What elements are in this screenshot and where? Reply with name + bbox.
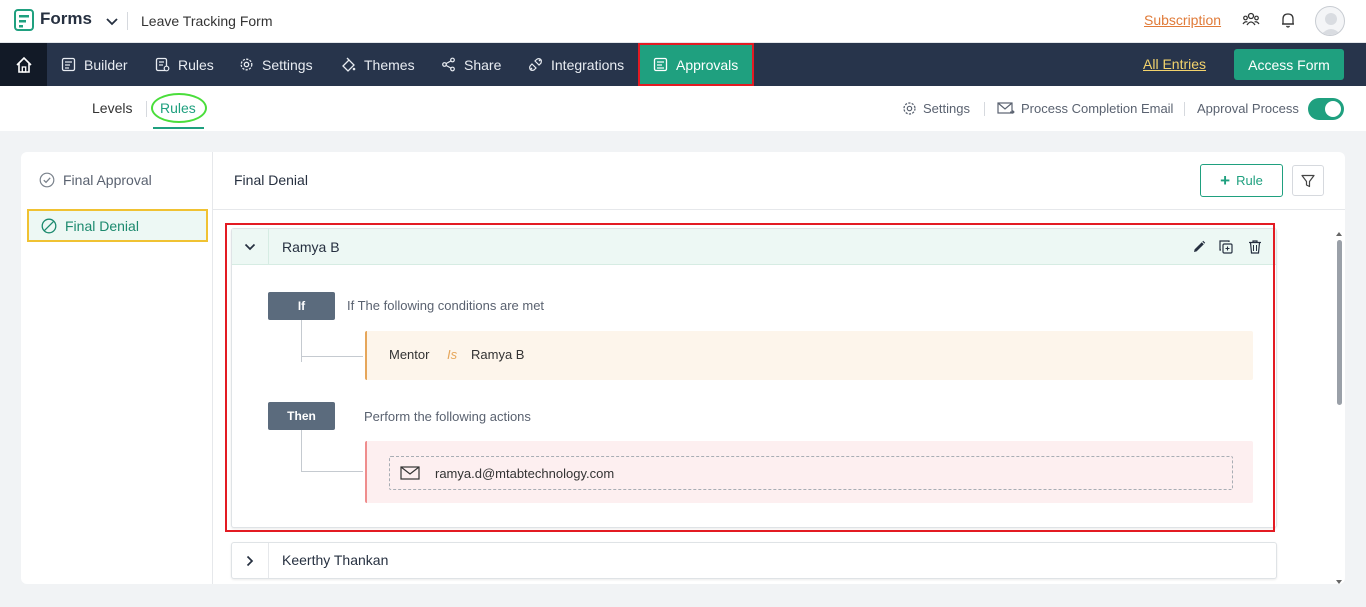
rules-panel: Final Approval Final Denial Final Denial… (21, 152, 1345, 584)
add-rule-label: Rule (1236, 173, 1263, 188)
sidebar-item-final-approval[interactable]: Final Approval (27, 163, 208, 196)
all-entries-link[interactable]: All Entries (1143, 56, 1206, 72)
home-icon (15, 56, 32, 73)
filter-button[interactable] (1292, 165, 1324, 196)
rule-type-sidebar: Final Approval Final Denial (21, 152, 213, 584)
approvals-icon (653, 57, 668, 72)
builder-icon (61, 57, 76, 72)
section-title: Final Denial (234, 172, 308, 188)
check-circle-icon (39, 172, 55, 187)
email-icon (997, 102, 1015, 114)
tab-divider (146, 101, 147, 117)
nav-builder-label: Builder (84, 56, 128, 73)
rule-highlight-box (225, 223, 1275, 532)
header-divider (213, 209, 1345, 210)
users-icon[interactable] (1242, 11, 1260, 29)
nav-approvals-label: Approvals (676, 56, 739, 73)
app-name: Forms (40, 9, 92, 28)
nav-integrations-label: Integrations (551, 56, 625, 73)
nav-settings[interactable]: Settings (239, 43, 313, 86)
scroll-thumb[interactable] (1337, 240, 1342, 405)
sidebar-item-label: Final Denial (65, 217, 139, 234)
integrations-icon (529, 58, 542, 71)
gear-icon (240, 58, 253, 71)
filter-icon (1301, 174, 1315, 187)
title-divider (127, 12, 128, 30)
expand-button[interactable] (232, 543, 269, 578)
rule-name: Keerthy Thankan (282, 552, 389, 568)
form-title: Leave Tracking Form (141, 13, 273, 29)
main-nav: Builder Rules Settings Themes Share Inte… (0, 43, 1366, 86)
sidebar-item-final-denial[interactable]: Final Denial (27, 209, 208, 242)
approval-process-text: Approval Process (1197, 101, 1299, 116)
rules-icon (155, 57, 170, 72)
nav-builder[interactable]: Builder (61, 43, 128, 86)
process-completion-email-label: Process Completion Email (1021, 101, 1174, 116)
avatar[interactable] (1315, 6, 1345, 36)
tab-rules[interactable]: Rules (160, 100, 196, 116)
approval-process-toggle[interactable] (1308, 98, 1344, 120)
tab-levels[interactable]: Levels (92, 100, 132, 116)
nav-rules[interactable]: Rules (155, 43, 214, 86)
nav-settings-label: Settings (262, 56, 313, 73)
add-rule-button[interactable]: + Rule (1200, 164, 1283, 197)
approval-settings-label: Settings (923, 101, 970, 116)
subscription-link[interactable]: Subscription (1144, 12, 1221, 28)
access-form-button[interactable]: Access Form (1234, 49, 1344, 80)
home-button[interactable] (0, 43, 47, 86)
separator (1184, 102, 1185, 116)
nav-share[interactable]: Share (441, 43, 501, 86)
scroll-down-arrow[interactable] (1336, 580, 1342, 584)
sidebar-item-label: Final Approval (63, 171, 152, 188)
ban-icon (41, 218, 57, 233)
scrollbar[interactable] (1335, 232, 1345, 584)
gear-icon (903, 102, 916, 115)
themes-icon (342, 57, 356, 72)
nav-themes-label: Themes (364, 56, 415, 73)
plus-icon: + (1220, 170, 1231, 190)
nav-share-label: Share (464, 56, 502, 73)
share-icon (442, 57, 455, 72)
scroll-up-arrow[interactable] (1336, 232, 1342, 236)
nav-rules-label: Rules (178, 56, 214, 73)
nav-themes[interactable]: Themes (341, 43, 415, 86)
bell-icon[interactable] (1279, 11, 1297, 29)
approval-process-label: Approval Process (1197, 101, 1299, 116)
nav-approvals[interactable]: Approvals (638, 43, 754, 86)
chevron-down-icon[interactable] (104, 13, 120, 29)
user-avatar-icon (1320, 13, 1342, 35)
rule-card[interactable]: Keerthy Thankan (231, 542, 1277, 579)
chevron-right-icon (246, 555, 254, 566)
active-tab-underline (153, 127, 204, 129)
forms-logo-icon (14, 9, 34, 31)
nav-integrations[interactable]: Integrations (528, 43, 624, 86)
approvals-subnav: Levels Rules Settings Process Completion… (0, 86, 1366, 131)
toggle-knob (1325, 101, 1341, 117)
approval-settings-link[interactable]: Settings (902, 101, 970, 116)
process-completion-email-link[interactable]: Process Completion Email (997, 101, 1173, 116)
separator (984, 102, 985, 116)
top-bar: Forms Leave Tracking Form Subscription (0, 0, 1366, 43)
